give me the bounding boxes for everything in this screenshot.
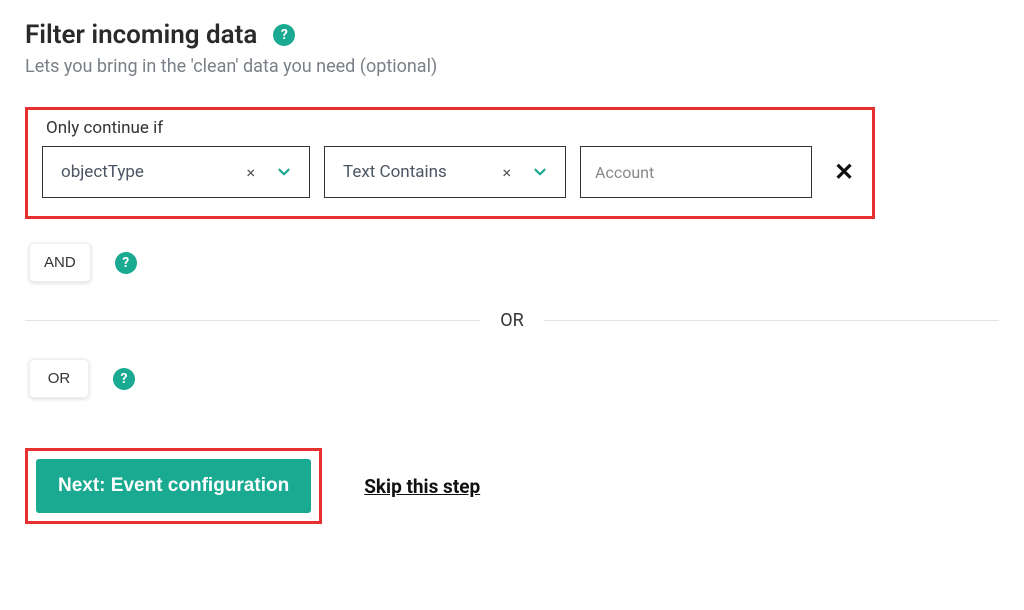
filter-row: objectType × Text Contains × ✕ (42, 146, 858, 198)
clear-icon[interactable]: × (496, 163, 517, 182)
condition-select[interactable]: Text Contains × (324, 146, 566, 198)
chevron-down-icon[interactable] (527, 163, 553, 181)
help-icon[interactable]: ? (273, 24, 295, 46)
delete-row-icon[interactable]: ✕ (834, 158, 854, 186)
and-condition-row: AND ? (29, 243, 999, 282)
filter-label: Only continue if (46, 118, 858, 138)
page-title: Filter incoming data (25, 20, 257, 50)
next-button[interactable]: Next: Event configuration (36, 459, 311, 513)
clear-icon[interactable]: × (240, 163, 261, 182)
or-button[interactable]: OR (29, 359, 89, 398)
footer-row: Next: Event configuration Skip this step (25, 448, 999, 524)
or-divider: OR (25, 310, 999, 331)
page-subtitle: Lets you bring in the 'clean' data you n… (25, 56, 999, 77)
help-icon[interactable]: ? (113, 368, 135, 390)
condition-select-value: Text Contains (343, 162, 486, 182)
next-button-highlight: Next: Event configuration (25, 448, 322, 524)
and-button[interactable]: AND (29, 243, 91, 282)
chevron-down-icon[interactable] (271, 163, 297, 181)
divider-text: OR (480, 310, 543, 331)
divider-line (25, 320, 480, 321)
value-input[interactable] (580, 146, 812, 198)
field-select[interactable]: objectType × (42, 146, 310, 198)
help-icon[interactable]: ? (115, 252, 137, 274)
field-select-value: objectType (61, 162, 230, 182)
filter-condition-box: Only continue if objectType × Text Conta… (25, 107, 875, 219)
divider-line (544, 320, 999, 321)
or-condition-row: OR ? (29, 359, 999, 398)
skip-link[interactable]: Skip this step (364, 475, 480, 498)
